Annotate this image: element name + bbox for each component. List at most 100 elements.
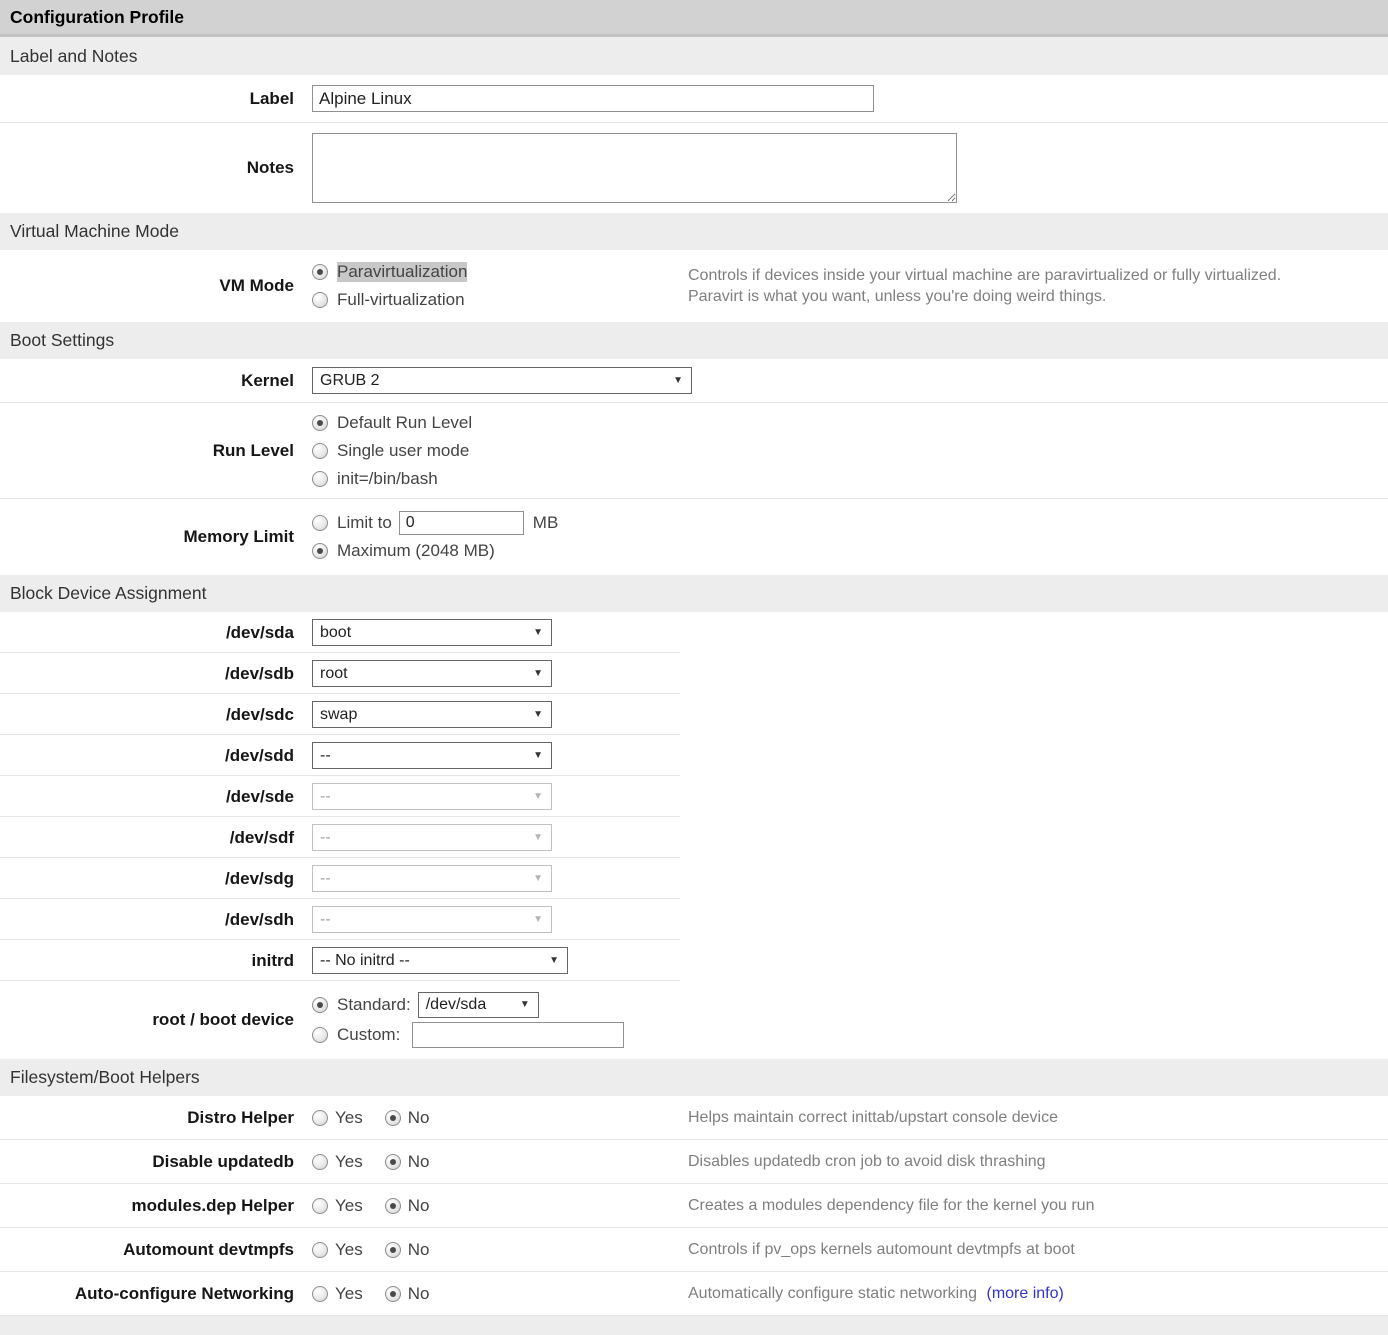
disable-updatedb-no-radio[interactable] bbox=[385, 1154, 401, 1170]
device-sdb-label: /dev/sdb bbox=[0, 664, 302, 684]
more-info-link[interactable]: (more info) bbox=[986, 1285, 1063, 1302]
device-sdg-select-value: -- bbox=[320, 870, 331, 888]
memory-limit-options: Limit to MB Maximum (2048 MB) bbox=[302, 509, 1388, 565]
custom-device-radio-label[interactable]: Custom: bbox=[337, 1025, 400, 1045]
device-sdd-label: /dev/sdd bbox=[0, 746, 302, 766]
section-block-device-assignment-text: Block Device Assignment bbox=[10, 583, 206, 604]
device-sdc-cell: swap ▼ bbox=[302, 701, 1388, 728]
auto-configure-networking-help-text: Automatically configure static networkin… bbox=[688, 1285, 977, 1302]
memory-limit-input[interactable] bbox=[399, 511, 524, 535]
custom-device-input[interactable] bbox=[412, 1022, 624, 1048]
device-sdb-select-value: root bbox=[320, 665, 348, 683]
auto-configure-networking-yes-label[interactable]: Yes bbox=[335, 1284, 363, 1304]
vm-mode-option-full-virtualization[interactable]: Full-virtualization bbox=[312, 286, 688, 314]
kernel-select-value: GRUB 2 bbox=[320, 372, 380, 390]
automount-devtmpfs-no-radio[interactable] bbox=[385, 1242, 401, 1258]
kernel-select[interactable]: GRUB 2 ▼ bbox=[312, 367, 692, 394]
page-title-text: Configuration Profile bbox=[10, 7, 184, 28]
device-row-sda: /dev/sda boot ▼ bbox=[0, 612, 1388, 653]
device-sdb-select[interactable]: root ▼ bbox=[312, 660, 552, 687]
maximum-memory-radio[interactable] bbox=[312, 543, 328, 559]
device-sdc-label: /dev/sdc bbox=[0, 705, 302, 725]
section-boot-settings: Boot Settings bbox=[0, 322, 1388, 359]
disable-updatedb-yes-radio[interactable] bbox=[312, 1154, 328, 1170]
limit-to-radio-label[interactable]: Limit to bbox=[337, 513, 392, 533]
single-user-mode-radio[interactable] bbox=[312, 443, 328, 459]
automount-devtmpfs-label: Automount devtmpfs bbox=[0, 1240, 302, 1260]
paravirtualization-radio[interactable] bbox=[312, 264, 328, 280]
memory-limit-option-maximum[interactable]: Maximum (2048 MB) bbox=[312, 537, 1388, 565]
distro-helper-options: Yes No bbox=[302, 1108, 688, 1128]
custom-device-radio[interactable] bbox=[312, 1027, 328, 1043]
memory-limit-option-limit[interactable]: Limit to MB bbox=[312, 509, 1388, 537]
helper-row-auto-configure-networking: Auto-configure Networking Yes No Automat… bbox=[0, 1272, 1388, 1316]
modules-dep-no-label[interactable]: No bbox=[408, 1196, 430, 1216]
run-level-option-single-user[interactable]: Single user mode bbox=[312, 437, 1388, 465]
dropdown-arrow-icon: ▼ bbox=[533, 628, 543, 638]
helper-row-disable-updatedb: Disable updatedb Yes No Disables updated… bbox=[0, 1140, 1388, 1184]
device-row-sdh: /dev/sdh -- ▼ bbox=[0, 899, 1388, 940]
init-bin-bash-radio-label[interactable]: init=/bin/bash bbox=[337, 469, 438, 489]
default-run-level-radio[interactable] bbox=[312, 415, 328, 431]
run-level-option-default[interactable]: Default Run Level bbox=[312, 409, 1388, 437]
vm-mode-option-paravirtualization[interactable]: Paravirtualization bbox=[312, 258, 688, 286]
dropdown-arrow-icon: ▼ bbox=[533, 915, 543, 925]
automount-devtmpfs-yes-label[interactable]: Yes bbox=[335, 1240, 363, 1260]
section-filesystem-boot-helpers: Filesystem/Boot Helpers bbox=[0, 1059, 1388, 1096]
paravirtualization-radio-label[interactable]: Paravirtualization bbox=[337, 262, 467, 282]
auto-configure-networking-yes-radio[interactable] bbox=[312, 1286, 328, 1302]
vm-mode-options: Paravirtualization Full-virtualization bbox=[302, 258, 688, 314]
notes-textarea[interactable] bbox=[312, 133, 957, 203]
distro-helper-label: Distro Helper bbox=[0, 1108, 302, 1128]
label-input[interactable] bbox=[312, 85, 874, 112]
root-boot-custom-option[interactable]: Custom: bbox=[312, 1020, 1388, 1050]
auto-configure-networking-label: Auto-configure Networking bbox=[0, 1284, 302, 1304]
single-user-mode-radio-label[interactable]: Single user mode bbox=[337, 441, 469, 461]
automount-devtmpfs-yes-radio[interactable] bbox=[312, 1242, 328, 1258]
device-sda-label: /dev/sda bbox=[0, 623, 302, 643]
auto-configure-networking-no-label[interactable]: No bbox=[408, 1284, 430, 1304]
vm-mode-row: VM Mode Paravirtualization Full-virtuali… bbox=[0, 250, 1388, 322]
full-virtualization-radio-label[interactable]: Full-virtualization bbox=[337, 290, 465, 310]
initrd-select[interactable]: -- No initrd -- ▼ bbox=[312, 947, 568, 974]
init-bin-bash-radio[interactable] bbox=[312, 471, 328, 487]
device-sdd-select-value: -- bbox=[320, 747, 331, 765]
helper-row-automount-devtmpfs: Automount devtmpfs Yes No Controls if pv… bbox=[0, 1228, 1388, 1272]
device-sde-label: /dev/sde bbox=[0, 787, 302, 807]
distro-helper-yes-radio[interactable] bbox=[312, 1110, 328, 1126]
root-boot-standard-option[interactable]: Standard: /dev/sda ▼ bbox=[312, 990, 1388, 1020]
device-sda-cell: boot ▼ bbox=[302, 619, 1388, 646]
modules-dep-yes-radio[interactable] bbox=[312, 1198, 328, 1214]
memory-limit-label: Memory Limit bbox=[0, 527, 302, 547]
standard-device-radio[interactable] bbox=[312, 997, 328, 1013]
modules-dep-no-radio[interactable] bbox=[385, 1198, 401, 1214]
disable-updatedb-no-label[interactable]: No bbox=[408, 1152, 430, 1172]
distro-helper-yes-label[interactable]: Yes bbox=[335, 1108, 363, 1128]
device-sdc-select[interactable]: swap ▼ bbox=[312, 701, 552, 728]
full-virtualization-radio[interactable] bbox=[312, 292, 328, 308]
run-level-label: Run Level bbox=[0, 441, 302, 461]
disable-updatedb-yes-label[interactable]: Yes bbox=[335, 1152, 363, 1172]
section-filesystem-boot-helpers-text: Filesystem/Boot Helpers bbox=[10, 1067, 200, 1088]
standard-device-select[interactable]: /dev/sda ▼ bbox=[418, 992, 539, 1018]
page-title: Configuration Profile bbox=[0, 0, 1388, 37]
distro-helper-no-radio[interactable] bbox=[385, 1110, 401, 1126]
device-sdg-select: -- ▼ bbox=[312, 865, 552, 892]
disable-updatedb-label: Disable updatedb bbox=[0, 1152, 302, 1172]
device-sdd-select[interactable]: -- ▼ bbox=[312, 742, 552, 769]
device-sda-select[interactable]: boot ▼ bbox=[312, 619, 552, 646]
device-sdf-select: -- ▼ bbox=[312, 824, 552, 851]
section-block-device-assignment: Block Device Assignment bbox=[0, 575, 1388, 612]
run-level-option-init-bash[interactable]: init=/bin/bash bbox=[312, 465, 1388, 493]
distro-helper-no-label[interactable]: No bbox=[408, 1108, 430, 1128]
memory-limit-row: Memory Limit Limit to MB Maximum (2048 M… bbox=[0, 499, 1388, 575]
default-run-level-radio-label[interactable]: Default Run Level bbox=[337, 413, 472, 433]
maximum-memory-radio-label[interactable]: Maximum (2048 MB) bbox=[337, 541, 495, 561]
standard-device-radio-label[interactable]: Standard: bbox=[337, 995, 411, 1015]
automount-devtmpfs-no-label[interactable]: No bbox=[408, 1240, 430, 1260]
root-boot-device-row: root / boot device Standard: /dev/sda ▼ … bbox=[0, 981, 1388, 1059]
auto-configure-networking-no-radio[interactable] bbox=[385, 1286, 401, 1302]
modules-dep-help: Creates a modules dependency file for th… bbox=[688, 1195, 1388, 1216]
limit-to-radio[interactable] bbox=[312, 515, 328, 531]
modules-dep-yes-label[interactable]: Yes bbox=[335, 1196, 363, 1216]
